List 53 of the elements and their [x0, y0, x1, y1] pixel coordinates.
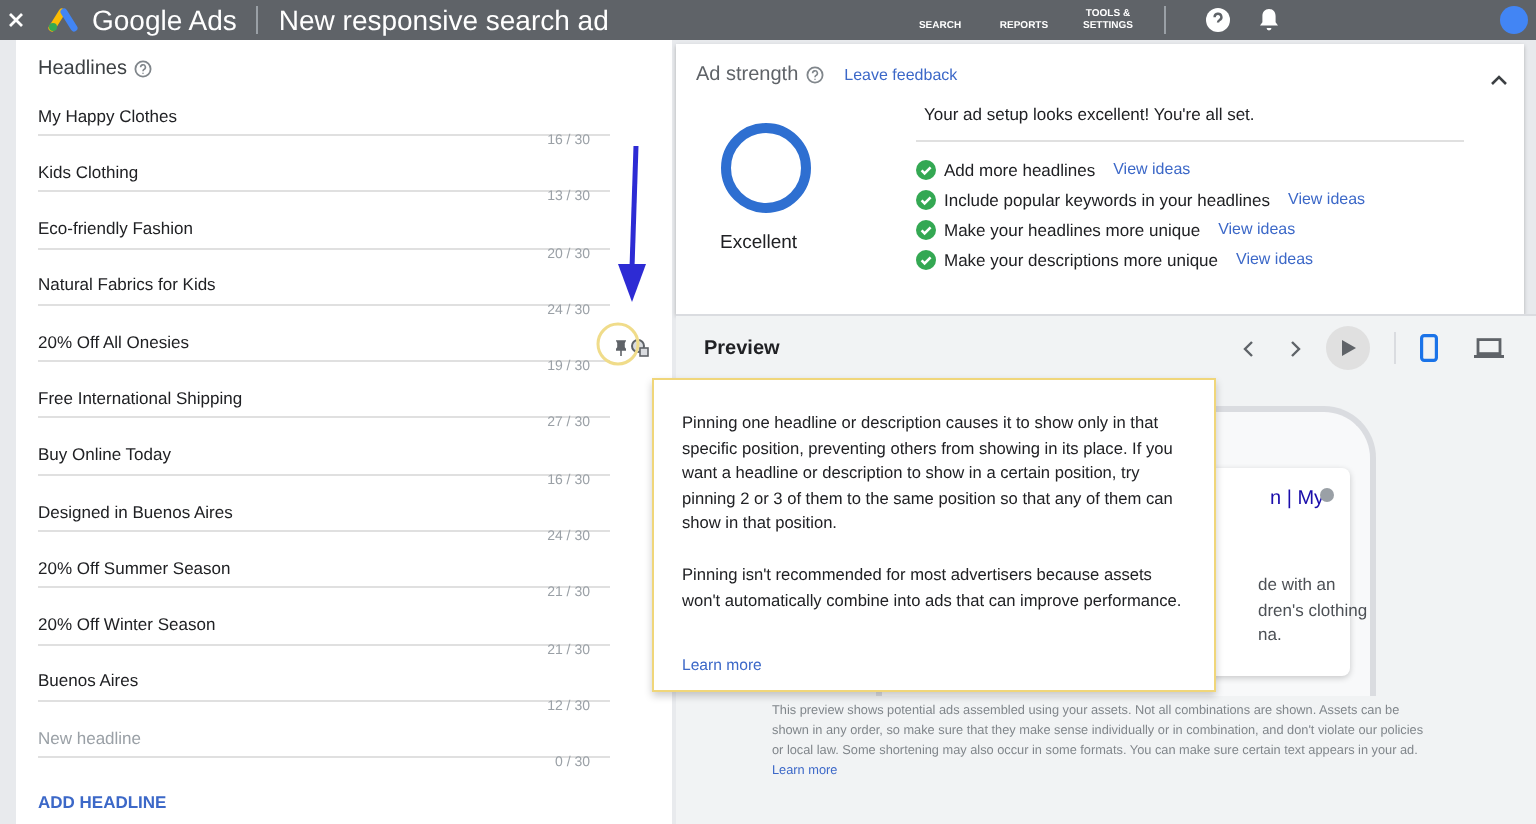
- headline-field[interactable]: 20% Off All Onesies: [38, 322, 610, 363]
- section-title: Preview: [704, 335, 780, 363]
- ad-description-line: dren's clothing: [1258, 597, 1368, 622]
- tooltip-text: Pinning one headline or description causes it to show only in that specific position, preventing others from showing in its place. If you want a headline or description to show in a certain position, try pinning 2 or 3 of them to the same position so that any of them can show in that position.: [682, 410, 1175, 536]
- strength-ring: [720, 122, 812, 214]
- headline-field[interactable]: Eco-friendly Fashion: [38, 209, 610, 250]
- close-icon[interactable]: [8, 12, 24, 28]
- headline-field[interactable]: Free International Shipping: [38, 378, 610, 419]
- feedback-link[interactable]: Leave feedback: [844, 63, 958, 87]
- view-ideas-link[interactable]: View ideas: [1236, 249, 1314, 270]
- avatar: [1500, 6, 1528, 34]
- logo-icon: [48, 8, 80, 32]
- help-icon[interactable]: [806, 66, 825, 84]
- suggestion-text: Add more headlines: [944, 159, 1096, 180]
- help-icon[interactable]: [134, 59, 153, 77]
- ad-description-line: de with an: [1258, 572, 1338, 597]
- phone-icon[interactable]: [1420, 334, 1438, 362]
- suggestion-text: Make your descriptions more unique: [944, 249, 1219, 270]
- headline-field[interactable]: Designed in Buenos Aires: [38, 492, 610, 533]
- view-ideas-link[interactable]: View ideas: [1288, 189, 1366, 210]
- suggestion-text: Make your headlines more unique: [944, 219, 1201, 240]
- info-icon: [1320, 488, 1334, 502]
- headline-field[interactable]: Buenos Aires: [38, 661, 610, 702]
- ad-description-line: na.: [1258, 622, 1284, 647]
- help-icon[interactable]: [1206, 8, 1230, 32]
- add-headline-button[interactable]: ADD HEADLINE: [38, 785, 167, 818]
- suggestion-text: Include popular keywords in your headlines: [944, 189, 1271, 210]
- view-ideas-link[interactable]: View ideas: [1113, 159, 1191, 180]
- section-title: Ad strength: [696, 62, 799, 90]
- page-title: New responsive search ad: [278, 6, 609, 34]
- bell-icon[interactable]: [1258, 8, 1280, 32]
- summary-text: Your ad setup looks excellent! You're all set.: [916, 102, 1464, 142]
- headline-field[interactable]: 20% Off Winter Season: [38, 605, 610, 646]
- play-icon: [1341, 340, 1355, 356]
- headline-field[interactable]: New headline: [38, 718, 610, 759]
- play-button[interactable]: [1326, 326, 1370, 370]
- headline-field[interactable]: 20% Off Summer Season: [38, 548, 610, 589]
- magnifier-icon[interactable]: [630, 338, 650, 359]
- headline-field[interactable]: Natural Fabrics for Kids: [38, 265, 610, 306]
- headline-field[interactable]: Buy Online Today: [38, 435, 610, 476]
- app-title: Google Ads: [92, 6, 237, 34]
- chevron-left-icon[interactable]: [1242, 339, 1254, 357]
- view-ideas-link[interactable]: View ideas: [1218, 219, 1296, 240]
- headline-field[interactable]: Kids Clothing: [38, 152, 610, 193]
- strength-rating: Excellent: [720, 230, 798, 258]
- highlight-circle: [596, 322, 640, 366]
- pin-icon[interactable]: [616, 340, 626, 357]
- chevron-up-icon[interactable]: [1490, 74, 1508, 86]
- tooltip-text: Pinning isn't recommended for most advertisers because assets won't automatically combine into ads that can improve performance.: [682, 561, 1184, 613]
- section-title: Headlines: [38, 55, 127, 83]
- chevron-right-icon[interactable]: [1290, 339, 1302, 357]
- headline-field[interactable]: My Happy Clothes: [38, 96, 610, 136]
- laptop-icon[interactable]: [1474, 338, 1504, 358]
